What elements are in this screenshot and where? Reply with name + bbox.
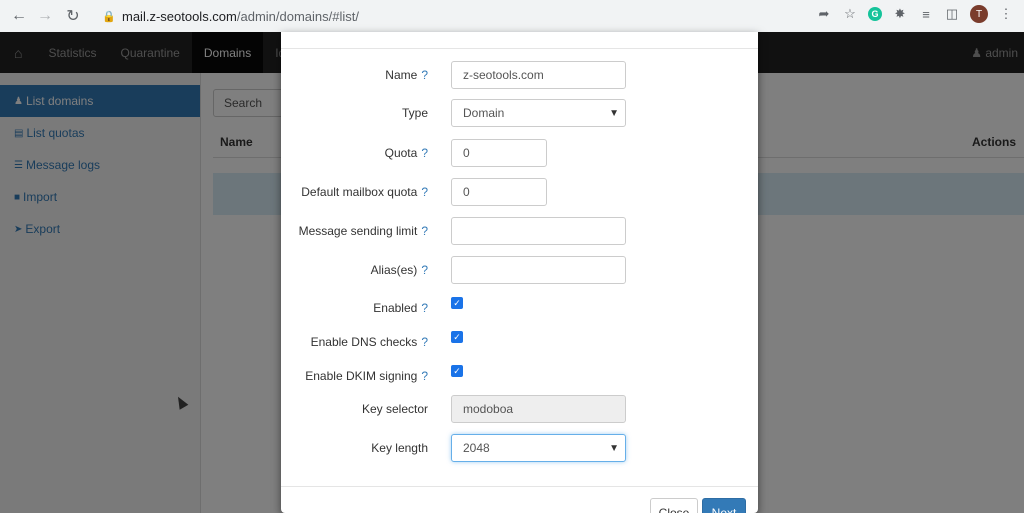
profile-avatar[interactable]: T — [970, 5, 988, 23]
form-row-message-sending-limit: Message sending limit? — [281, 217, 758, 245]
key-length-label: Key length — [371, 441, 428, 455]
form-row-name: Name? z-seotools.com — [281, 61, 758, 89]
enabled-checkbox[interactable]: ✓ — [451, 297, 463, 309]
help-icon[interactable]: ? — [421, 301, 428, 315]
side-panel-icon[interactable]: ◫ — [944, 6, 960, 22]
address-bar[interactable]: 🔒 mail.z-seotools.com/admin/domains/#lis… — [94, 3, 900, 29]
forward-arrow-icon[interactable]: → — [34, 5, 56, 27]
help-icon[interactable]: ? — [421, 369, 428, 383]
grammarly-extension-icon[interactable]: G — [868, 7, 882, 21]
name-field[interactable]: z-seotools.com — [451, 61, 626, 89]
help-icon[interactable]: ? — [421, 335, 428, 349]
type-selected-value: Domain — [463, 106, 505, 120]
chevron-down-icon: ▼ — [609, 442, 619, 454]
enabled-label: Enabled — [373, 301, 418, 315]
star-icon[interactable]: ☆ — [842, 6, 858, 22]
form-row-quota: Quota? 0 — [281, 139, 758, 167]
enable-dkim-signing-label: Enable DKIM signing — [305, 369, 418, 383]
modal-header-divider — [281, 48, 758, 49]
key-selector-label: Key selector — [361, 402, 428, 416]
default-mailbox-quota-field[interactable]: 0 — [451, 178, 547, 206]
puzzle-extensions-icon[interactable]: ✸ — [892, 6, 908, 22]
url-path: /admin/domains/#list/ — [236, 8, 359, 24]
name-label: Name — [385, 68, 418, 82]
enable-dkim-signing-checkbox[interactable]: ✓ — [451, 365, 463, 377]
quota-label: Quota — [384, 146, 418, 160]
enable-dns-checks-checkbox[interactable]: ✓ — [451, 331, 463, 343]
help-icon[interactable]: ? — [421, 224, 428, 238]
form-row-enable-dkim-signing: Enable DKIM signing? ✓ — [281, 362, 758, 390]
type-label: Type — [401, 106, 428, 120]
share-icon[interactable]: ➦ — [816, 6, 832, 22]
form-row-enable-dns-checks: Enable DNS checks? ✓ — [281, 328, 758, 356]
browser-toolbar: ← → ↻ 🔒 mail.z-seotools.com/admin/domain… — [0, 0, 1024, 32]
form-row-enabled: Enabled? ✓ — [281, 294, 758, 322]
form-row-aliases: Alias(es)? — [281, 256, 758, 284]
message-sending-limit-field[interactable] — [451, 217, 626, 245]
aliases-label: Alias(es) — [370, 263, 418, 277]
key-length-select[interactable]: 2048 ▼ — [451, 434, 626, 462]
default-mailbox-quota-label: Default mailbox quota — [301, 185, 418, 199]
form-row-key-length: Key length 2048 ▼ — [281, 434, 758, 462]
close-button[interactable]: Close — [650, 498, 698, 513]
key-length-selected-value: 2048 — [463, 441, 490, 455]
help-icon[interactable]: ? — [421, 263, 428, 277]
chevron-down-icon: ▼ — [609, 107, 619, 119]
key-selector-field[interactable]: modoboa — [451, 395, 626, 423]
help-icon[interactable]: ? — [421, 68, 428, 82]
reload-icon[interactable]: ↻ — [62, 5, 84, 27]
kebab-menu-icon[interactable]: ⋮ — [998, 6, 1014, 22]
help-icon[interactable]: ? — [421, 185, 428, 199]
form-row-key-selector: Key selector modoboa — [281, 395, 758, 423]
aliases-field[interactable] — [451, 256, 626, 284]
new-domain-modal: Name? z-seotools.com Type Domain ▼ Quota?… — [281, 32, 758, 513]
message-sending-limit-label: Message sending limit — [298, 224, 418, 238]
url-host: mail.z-seotools.com — [122, 8, 237, 24]
next-button[interactable]: Next — [702, 498, 746, 513]
form-row-default-mailbox-quota: Default mailbox quota? 0 — [281, 178, 758, 206]
type-select[interactable]: Domain ▼ — [451, 99, 626, 127]
enable-dns-checks-label: Enable DNS checks — [310, 335, 418, 349]
reading-list-icon[interactable]: ≡ — [918, 6, 934, 22]
modal-footer-divider — [281, 486, 758, 487]
browser-actions: ➦ ☆ G ✸ ≡ ◫ T ⋮ — [816, 5, 1014, 23]
help-icon[interactable]: ? — [421, 146, 428, 160]
back-arrow-icon[interactable]: ← — [8, 5, 30, 27]
form-row-type: Type Domain ▼ — [281, 99, 758, 127]
lock-icon: 🔒 — [102, 10, 116, 23]
quota-field[interactable]: 0 — [451, 139, 547, 167]
